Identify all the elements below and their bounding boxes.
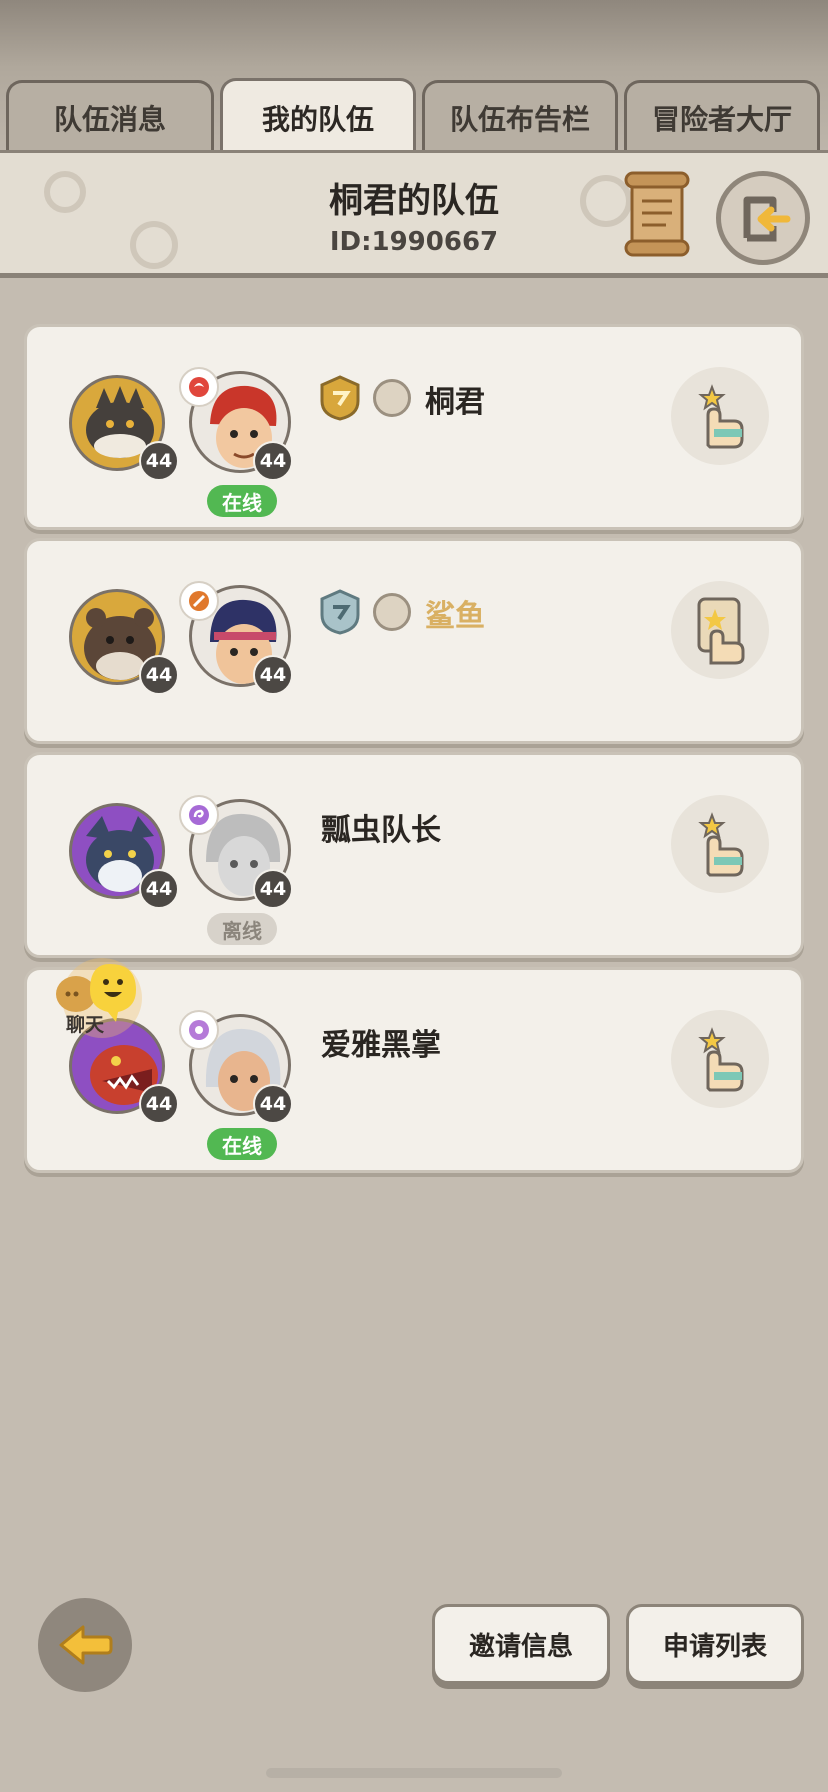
- offline-status: 离线: [207, 913, 277, 945]
- invite-info-button[interactable]: 邀请信息: [432, 1604, 610, 1684]
- team-notice-scroll-button[interactable]: [624, 171, 690, 257]
- member-action-button[interactable]: [671, 795, 769, 893]
- hand-tap-icon: [698, 812, 744, 877]
- emblem-coin-icon: [373, 593, 411, 631]
- tab-team-messages[interactable]: 队伍消息: [6, 80, 214, 152]
- chat-label: 聊天: [66, 1014, 105, 1036]
- team-title: 桐君的队伍: [329, 181, 499, 221]
- silver-rank-shield-icon: [319, 589, 361, 635]
- member-name: 爱雅黑掌: [321, 1028, 441, 1063]
- team-id: ID:1990667: [329, 227, 499, 257]
- member-name: 鲨鱼: [425, 599, 485, 634]
- hand-tap-icon: [698, 384, 744, 449]
- member-name: 瓢虫队长: [321, 813, 441, 848]
- home-indicator[interactable]: [266, 1768, 562, 1778]
- exit-door-icon: [743, 196, 791, 242]
- pet-level-badge: 44: [139, 441, 179, 481]
- team-header: 桐君的队伍 ID:1990667: [0, 150, 828, 278]
- tab-bulletin-board[interactable]: 队伍布告栏: [422, 80, 618, 152]
- pet-level-badge: 44: [139, 1084, 179, 1124]
- member-card[interactable]: 44 44 离线 瓢虫队长: [24, 752, 804, 958]
- pet-level-badge: 44: [139, 869, 179, 909]
- gold-rank-shield-icon: [319, 375, 361, 421]
- pet-level-badge: 44: [139, 655, 179, 695]
- member-action-button[interactable]: [671, 1010, 769, 1108]
- back-button[interactable]: [38, 1598, 132, 1692]
- member-card[interactable]: 44 44 在线 桐君: [24, 324, 804, 530]
- hero-level-badge: 44: [253, 441, 293, 481]
- scroll-icon: [624, 171, 690, 257]
- member-card[interactable]: 44 44 鲨鱼: [24, 538, 804, 744]
- member-action-button[interactable]: [671, 367, 769, 465]
- fire-class-icon: [179, 367, 219, 407]
- hand-tap-icon: [698, 1027, 744, 1092]
- online-status: 在线: [207, 1128, 277, 1160]
- orb-class-icon: [179, 1010, 219, 1050]
- hero-level-badge: 44: [253, 1084, 293, 1124]
- member-name: 桐君: [425, 385, 485, 420]
- hero-level-badge: 44: [253, 655, 293, 695]
- tab-bar: 队伍消息 我的队伍 队伍布告栏 冒险者大厅: [6, 78, 822, 154]
- leave-team-button[interactable]: [716, 171, 810, 265]
- arrow-left-icon: [59, 1625, 113, 1665]
- tab-adventurer-hall[interactable]: 冒险者大厅: [624, 80, 820, 152]
- tab-my-team[interactable]: 我的队伍: [220, 78, 416, 154]
- apply-list-button[interactable]: 申请列表: [626, 1604, 804, 1684]
- swirl-class-icon: [179, 795, 219, 835]
- emblem-coin-icon: [373, 379, 411, 417]
- member-action-button[interactable]: [671, 581, 769, 679]
- hero-level-badge: 44: [253, 869, 293, 909]
- card-hand-icon: [697, 597, 745, 665]
- online-status: 在线: [207, 485, 277, 517]
- sword-class-icon: [179, 581, 219, 621]
